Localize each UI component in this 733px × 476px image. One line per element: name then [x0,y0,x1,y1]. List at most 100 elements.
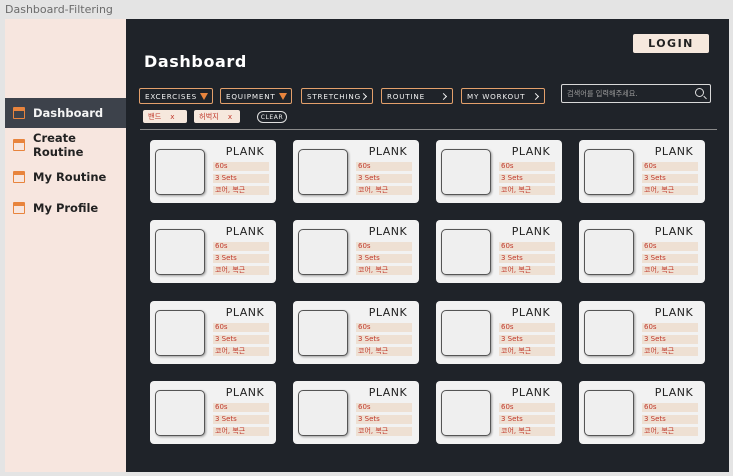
active-filter-chip: 밴드 x [143,110,187,123]
exercise-title: PLANK [225,225,265,238]
duration-tag: 60s [356,323,412,332]
exercise-thumbnail [298,310,348,356]
muscles-tag: 코어, 복근 [499,186,555,195]
exercise-card[interactable]: PLANK 60s 3 Sets 코어, 복근 [293,301,419,364]
exercise-thumbnail [155,229,205,275]
sets-tag: 3 Sets [213,254,269,263]
muscles-tag: 코어, 복근 [213,266,269,275]
filter-label: STRETCHING [307,91,361,101]
sets-tag: 3 Sets [642,174,698,183]
sidebar-item-dashboard[interactable]: Dashboard [5,98,126,128]
exercise-title: PLANK [654,306,694,319]
exercise-title: PLANK [368,225,408,238]
exercise-card[interactable]: PLANK 60s 3 Sets 코어, 복근 [436,140,562,203]
exercise-title: PLANK [511,225,551,238]
exercise-thumbnail [298,390,348,436]
filter-label: ROUTINE [387,91,425,101]
search-input[interactable] [567,89,689,98]
window-icon [13,139,25,151]
sidebar-item-my-profile[interactable]: My Profile [5,193,126,223]
sets-tag: 3 Sets [499,415,555,424]
sets-tag: 3 Sets [499,174,555,183]
filter-exercises-dropdown[interactable]: EXCERCISES [139,88,213,104]
sidebar-item-my-routine[interactable]: My Routine [5,162,126,192]
duration-tag: 60s [213,162,269,171]
sets-tag: 3 Sets [213,174,269,183]
exercise-card[interactable]: PLANK 60s 3 Sets 코어, 복근 [579,220,705,283]
exercise-thumbnail [298,149,348,195]
exercise-thumbnail [584,149,634,195]
chevron-right-icon [531,92,540,100]
muscles-tag: 코어, 복근 [642,186,698,195]
muscles-tag: 코어, 복근 [356,266,412,275]
exercise-thumbnail [441,149,491,195]
chip-label: 밴드 [148,111,162,121]
sets-tag: 3 Sets [642,415,698,424]
exercise-thumbnail [155,310,205,356]
sets-tag: 3 Sets [213,415,269,424]
chip-remove-button[interactable]: x [170,112,174,121]
exercise-card[interactable]: PLANK 60s 3 Sets 코어, 복근 [579,381,705,444]
chevron-right-icon [439,92,448,100]
exercise-thumbnail [584,310,634,356]
search-icon[interactable] [695,88,704,97]
muscles-tag: 코어, 복근 [356,186,412,195]
duration-tag: 60s [356,242,412,251]
exercise-thumbnail [584,390,634,436]
filter-my-workout[interactable]: MY WORKOUT [461,88,545,104]
muscles-tag: 코어, 복근 [499,347,555,356]
duration-tag: 60s [499,403,555,412]
filter-equipment-dropdown[interactable]: EQUIPMENT [220,88,292,104]
muscles-tag: 코어, 복근 [213,347,269,356]
filter-label: EQUIPMENT [226,91,276,101]
duration-tag: 60s [499,323,555,332]
duration-tag: 60s [356,403,412,412]
muscles-tag: 코어, 복근 [499,266,555,275]
exercise-thumbnail [298,229,348,275]
muscles-tag: 코어, 복근 [499,427,555,436]
muscles-tag: 코어, 복근 [213,186,269,195]
duration-tag: 60s [356,162,412,171]
sets-tag: 3 Sets [213,335,269,344]
muscles-tag: 코어, 복근 [642,427,698,436]
duration-tag: 60s [642,323,698,332]
exercise-card[interactable]: PLANK 60s 3 Sets 코어, 복근 [293,381,419,444]
filter-stretching[interactable]: STRETCHING [301,88,373,104]
exercise-card[interactable]: PLANK 60s 3 Sets 코어, 복근 [293,140,419,203]
exercise-title: PLANK [225,386,265,399]
sets-tag: 3 Sets [356,174,412,183]
exercise-card[interactable]: PLANK 60s 3 Sets 코어, 복근 [150,220,276,283]
login-button[interactable]: LOGIN [633,34,709,53]
chevron-right-icon [359,92,368,100]
duration-tag: 60s [213,242,269,251]
sets-tag: 3 Sets [356,415,412,424]
exercise-card[interactable]: PLANK 60s 3 Sets 코어, 복근 [150,381,276,444]
duration-tag: 60s [642,242,698,251]
exercise-thumbnail [441,229,491,275]
sidebar-item-label: Dashboard [33,106,104,120]
exercise-title: PLANK [368,306,408,319]
exercise-card[interactable]: PLANK 60s 3 Sets 코어, 복근 [579,140,705,203]
frame-title: Dashboard-Filtering [5,3,113,16]
exercise-thumbnail [584,229,634,275]
sets-tag: 3 Sets [499,335,555,344]
clear-filters-button[interactable]: CLEAR [257,111,287,123]
filter-label: MY WORKOUT [467,91,526,101]
exercise-title: PLANK [511,306,551,319]
sidebar-item-create-routine[interactable]: Create Routine [5,130,126,160]
exercise-card[interactable]: PLANK 60s 3 Sets 코어, 복근 [579,301,705,364]
chip-remove-button[interactable]: x [228,112,232,121]
exercise-card[interactable]: PLANK 60s 3 Sets 코어, 복근 [436,220,562,283]
exercise-card[interactable]: PLANK 60s 3 Sets 코어, 복근 [293,220,419,283]
exercise-title: PLANK [225,306,265,319]
exercise-card[interactable]: PLANK 60s 3 Sets 코어, 복근 [150,140,276,203]
exercise-card[interactable]: PLANK 60s 3 Sets 코어, 복근 [436,301,562,364]
exercise-card[interactable]: PLANK 60s 3 Sets 코어, 복근 [436,381,562,444]
sets-tag: 3 Sets [642,335,698,344]
exercise-title: PLANK [654,386,694,399]
app-frame: Dashboard Create Routine My Routine My P… [5,19,729,472]
sidebar-item-label: My Profile [33,201,99,215]
filter-routine[interactable]: ROUTINE [381,88,453,104]
search-box [561,84,711,103]
exercise-card[interactable]: PLANK 60s 3 Sets 코어, 복근 [150,301,276,364]
